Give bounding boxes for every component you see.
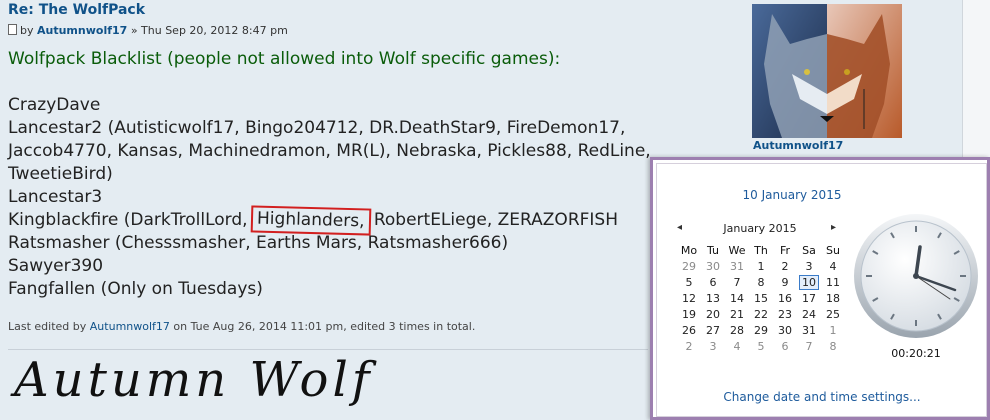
calendar-day[interactable]: 7 xyxy=(725,274,749,290)
calendar-day[interactable]: 26 xyxy=(677,322,701,338)
weekday-header: Su xyxy=(826,244,840,257)
calendar-day[interactable]: 2 xyxy=(677,338,701,354)
signature: Autumn Wolf xyxy=(14,352,374,408)
calendar-day[interactable]: 8 xyxy=(749,274,773,290)
calendar-day[interactable]: 22 xyxy=(749,306,773,322)
calendar-day-selected[interactable]: 10 xyxy=(797,274,821,290)
calendar-day[interactable]: 14 xyxy=(725,290,749,306)
calendar-day[interactable]: 30 xyxy=(701,258,725,274)
calendar-day[interactable]: 23 xyxy=(773,306,797,322)
byline-prefix: by xyxy=(20,24,34,37)
content-line: Jaccob4770, Kansas, Machinedramon, MR(L)… xyxy=(8,141,651,161)
calendar-day[interactable]: 29 xyxy=(677,258,701,274)
weekday-header: Th xyxy=(754,244,768,257)
next-month-icon[interactable]: ▸ xyxy=(831,222,836,233)
calendar-day[interactable]: 24 xyxy=(797,306,821,322)
kingblackfire-prefix: Kingblackfire (DarkTrollLord, xyxy=(8,210,253,230)
post-byline: by Autumnwolf17 » Thu Sep 20, 2012 8:47 … xyxy=(8,24,288,37)
calendar-day[interactable]: 17 xyxy=(797,290,821,306)
calendar-day[interactable]: 4 xyxy=(725,338,749,354)
calendar-day[interactable]: 6 xyxy=(773,338,797,354)
content-line: Ratsmasher (Chesssmasher, Earths Mars, R… xyxy=(8,233,509,253)
calendar-day[interactable]: 25 xyxy=(821,306,845,322)
date-time-popup: 10 January 2015 ◂ January 2015 ▸ Mo Tu W… xyxy=(650,157,990,420)
calendar-day[interactable]: 19 xyxy=(677,306,701,322)
calendar-day[interactable]: 16 xyxy=(773,290,797,306)
calendar-day[interactable]: 21 xyxy=(725,306,749,322)
calendar-day[interactable]: 29 xyxy=(749,322,773,338)
change-date-time-settings-link[interactable]: Change date and time settings... xyxy=(657,390,987,404)
calendar-day[interactable]: 5 xyxy=(749,338,773,354)
weekday-header: Sa xyxy=(802,244,816,257)
calendar-day[interactable]: 31 xyxy=(725,258,749,274)
calendar-day[interactable]: 13 xyxy=(701,290,725,306)
kingblackfire-suffix: RobertELiege, ZERAZORFISH xyxy=(368,210,618,230)
post-date: » Thu Sep 20, 2012 8:47 pm xyxy=(130,24,288,37)
post-content: Wolfpack Blacklist (people not allowed i… xyxy=(8,48,651,301)
forum-post: Re: The WolfPack by Autumnwolf17 » Thu S… xyxy=(0,0,740,420)
calendar-day[interactable]: 15 xyxy=(749,290,773,306)
calendar-day[interactable]: 18 xyxy=(821,290,845,306)
byline-author-link[interactable]: Autumnwolf17 xyxy=(37,24,127,37)
date-time-panel: 10 January 2015 ◂ January 2015 ▸ Mo Tu W… xyxy=(656,163,987,417)
digital-time: 00:20:21 xyxy=(891,347,941,360)
weekday-header: Fr xyxy=(779,244,791,257)
calendar-day[interactable]: 11 xyxy=(821,274,845,290)
calendar-month-label[interactable]: January 2015 xyxy=(677,222,843,235)
calendar-grid: Mo Tu We Th Fr Sa Su 29 30 31 1 2 3 4 5 … xyxy=(677,243,845,354)
calendar-day[interactable]: 6 xyxy=(701,274,725,290)
calendar-day[interactable]: 4 xyxy=(821,258,845,274)
calendar-day[interactable]: 28 xyxy=(725,322,749,338)
weekday-header: Mo xyxy=(680,244,698,257)
content-line: CrazyDave xyxy=(8,95,101,115)
calendar-day[interactable]: 8 xyxy=(821,338,845,354)
content-line: TweetieBird) xyxy=(8,164,113,184)
edit-author-link[interactable]: Autumnwolf17 xyxy=(90,320,170,333)
calendar-day[interactable]: 30 xyxy=(773,322,797,338)
calendar-day[interactable]: 1 xyxy=(821,322,845,338)
calendar-day[interactable]: 27 xyxy=(701,322,725,338)
calendar-day[interactable]: 3 xyxy=(701,338,725,354)
edit-suffix: on Tue Aug 26, 2014 11:01 pm, edited 3 t… xyxy=(173,320,476,333)
post-icon xyxy=(8,24,17,35)
calendar-day[interactable]: 2 xyxy=(773,258,797,274)
long-date-link[interactable]: 10 January 2015 xyxy=(657,188,927,202)
selected-day-label: 10 xyxy=(799,274,819,290)
highlighted-name: Highlanders, xyxy=(250,205,371,236)
edit-note: Last edited by Autumnwolf17 on Tue Aug 2… xyxy=(8,320,475,333)
calendar-day[interactable]: 20 xyxy=(701,306,725,322)
blacklist-heading: Wolfpack Blacklist (people not allowed i… xyxy=(8,49,561,69)
content-line-kingblackfire: Kingblackfire (DarkTrollLord, Highlander… xyxy=(8,205,651,236)
profile-username[interactable]: Autumnwolf17 xyxy=(753,139,843,152)
weekday-header: Tu xyxy=(706,244,720,257)
signature-divider xyxy=(8,349,648,350)
calendar-day[interactable]: 1 xyxy=(749,258,773,274)
avatar[interactable] xyxy=(752,4,902,138)
calendar-day[interactable]: 9 xyxy=(773,274,797,290)
calendar-day[interactable]: 7 xyxy=(797,338,821,354)
calendar-day[interactable]: 5 xyxy=(677,274,701,290)
content-line: Lancestar3 xyxy=(8,187,103,207)
edit-prefix: Last edited by xyxy=(8,320,87,333)
content-line: Fangfallen (Only on Tuesdays) xyxy=(8,279,263,299)
calendar-day[interactable]: 12 xyxy=(677,290,701,306)
content-line: Sawyer390 xyxy=(8,256,104,276)
post-title[interactable]: Re: The WolfPack xyxy=(8,2,145,18)
content-line: Lancestar2 (Autisticwolf17, Bingo204712,… xyxy=(8,118,626,138)
calendar-day[interactable]: 31 xyxy=(797,322,821,338)
analog-clock xyxy=(852,212,980,344)
calendar-day[interactable]: 3 xyxy=(797,258,821,274)
weekday-header: We xyxy=(728,244,746,257)
